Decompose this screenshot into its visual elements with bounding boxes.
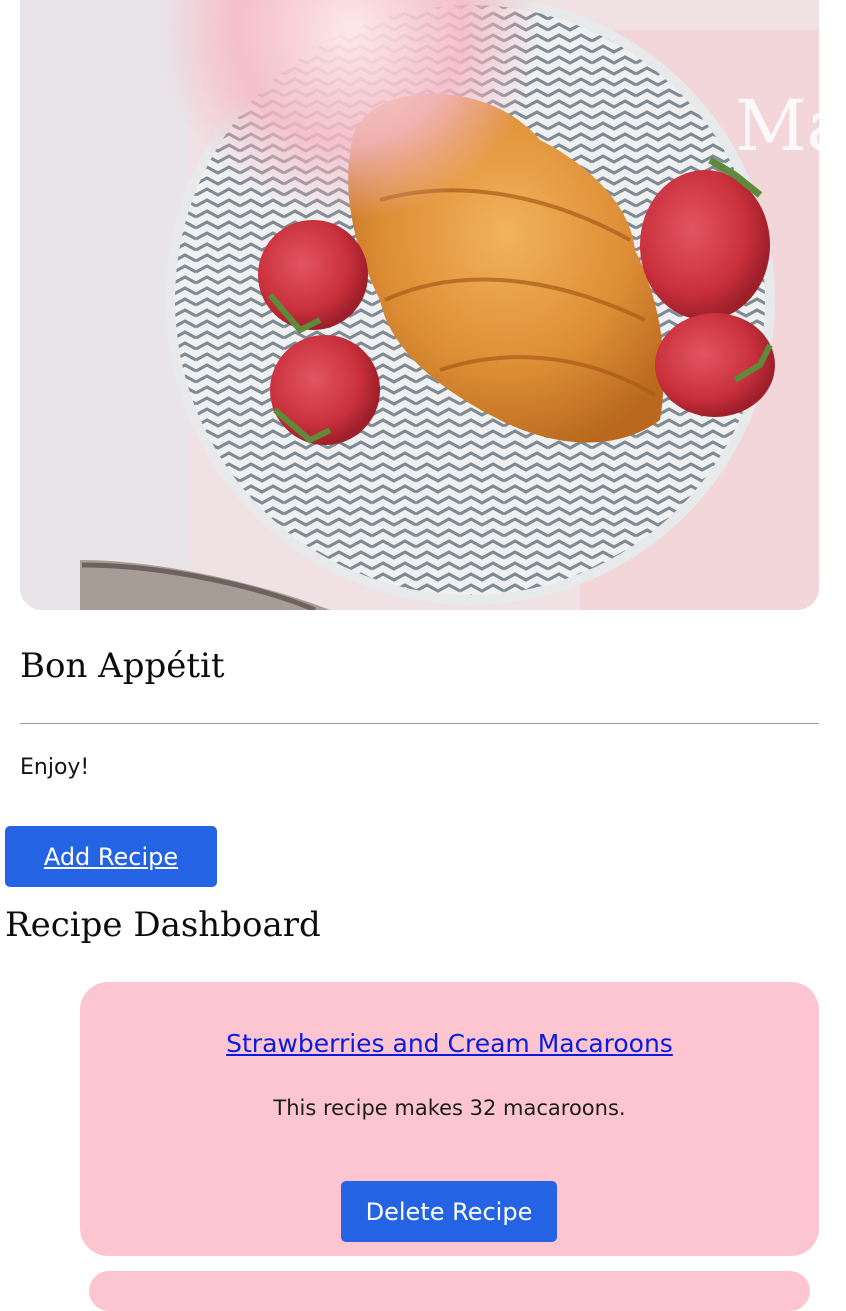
add-recipe-button[interactable]: Add Recipe xyxy=(5,826,217,887)
svg-text:Ma: Ma xyxy=(735,85,819,167)
dashboard-title: Recipe Dashboard xyxy=(5,905,321,945)
recipe-description: This recipe makes 32 macaroons. xyxy=(273,1096,626,1120)
recipe-title-link[interactable]: Strawberries and Cream Macaroons xyxy=(80,1029,819,1058)
page-subtitle: Enjoy! xyxy=(20,755,90,780)
hero-image: Ma xyxy=(20,0,819,610)
page-title: Bon Appétit xyxy=(20,646,225,686)
divider xyxy=(20,723,819,724)
recipe-card xyxy=(89,1271,810,1311)
delete-recipe-button[interactable]: Delete Recipe xyxy=(341,1181,557,1242)
recipe-card: Strawberries and Cream Macaroons This re… xyxy=(80,982,819,1256)
